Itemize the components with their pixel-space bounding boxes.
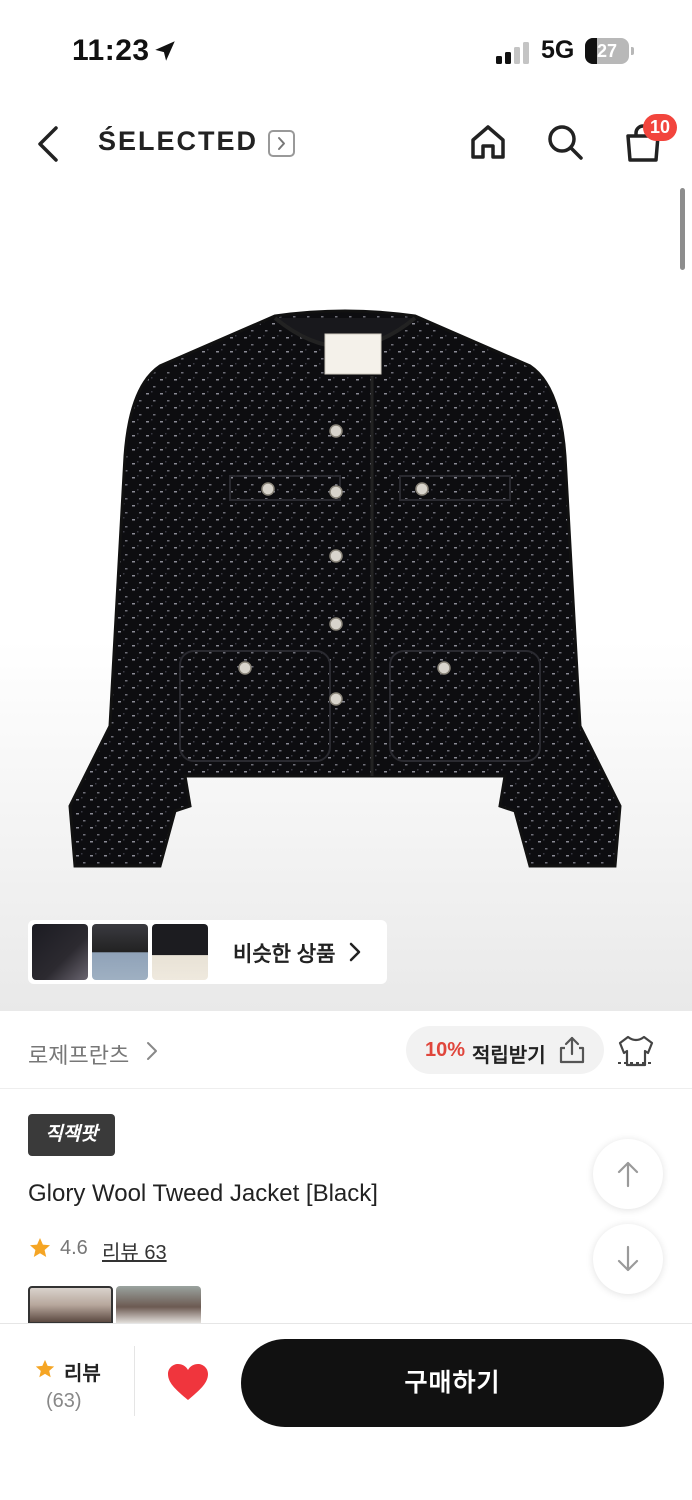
scroll-up-button[interactable] (593, 1139, 663, 1209)
tweed-jacket-image (68, 309, 622, 868)
jackpot-badge: 직잭팟 (28, 1114, 115, 1156)
seller-row: 로제프란츠 10% 적립받기 (0, 1011, 692, 1089)
chevron-right-icon[interactable] (146, 1041, 158, 1061)
rating-value: 4.6 (60, 1237, 88, 1259)
heart-icon[interactable] (166, 1362, 210, 1402)
reward-percent: 10% (425, 1039, 466, 1061)
product-name: Glory Wool Tweed Jacket [Black] (28, 1180, 378, 1207)
chevron-right-icon (278, 137, 285, 150)
search-icon[interactable] (545, 122, 585, 162)
reward-label: 적립받기 (472, 1045, 546, 1067)
arrow-up-icon (617, 1161, 639, 1188)
product-image-area[interactable]: 비슷한 상품 (0, 188, 692, 1011)
scrollbar-thumb[interactable] (680, 188, 685, 270)
star-icon (30, 1238, 50, 1257)
status-bar: 11:23 5G 27 (0, 0, 692, 100)
battery-icon: 27 (585, 38, 634, 64)
network-type: 5G (541, 36, 575, 64)
review-tab-label[interactable]: 리뷰 (64, 1357, 101, 1386)
cellular-signal-icon (496, 42, 529, 64)
seller-name-link[interactable]: 로제프란츠 (28, 1038, 129, 1070)
chevron-right-icon (349, 942, 361, 962)
divider (134, 1346, 135, 1416)
arrow-down-icon (617, 1245, 639, 1272)
review-photo-thumbnails (28, 1286, 208, 1324)
battery-percent: 27 (596, 41, 618, 61)
similar-thumb-3 (152, 924, 208, 980)
similar-products-button[interactable]: 비슷한 상품 (28, 920, 387, 984)
scroll-down-button[interactable] (593, 1224, 663, 1294)
review-photo-2[interactable] (116, 1286, 201, 1324)
home-icon[interactable] (468, 122, 508, 162)
review-tab-count[interactable]: (63) (46, 1390, 82, 1413)
brand-link-button[interactable] (268, 130, 295, 157)
status-time: 11:23 (72, 34, 150, 67)
header: ŚELECTED 10 (0, 100, 692, 188)
store-brand-title[interactable]: ŚELECTED (98, 126, 258, 157)
star-icon (35, 1359, 55, 1378)
reward-button[interactable]: 10% 적립받기 (406, 1026, 604, 1074)
similar-thumb-2 (92, 924, 148, 980)
buy-button[interactable]: 구매하기 (241, 1339, 664, 1427)
location-arrow-icon (155, 41, 175, 61)
review-photo-1[interactable] (28, 1286, 113, 1324)
similar-thumb-1 (32, 924, 88, 980)
bottom-action-bar: 리뷰 (63) 구매하기 (0, 1323, 692, 1500)
back-arrow-icon[interactable] (34, 124, 62, 164)
cart-count-badge: 10 (643, 114, 677, 141)
share-icon[interactable] (556, 1034, 588, 1066)
size-fit-icon[interactable] (616, 1033, 656, 1069)
similar-products-label: 비슷한 상품 (233, 943, 336, 966)
review-count-link[interactable]: 리뷰 63 (102, 1236, 167, 1265)
